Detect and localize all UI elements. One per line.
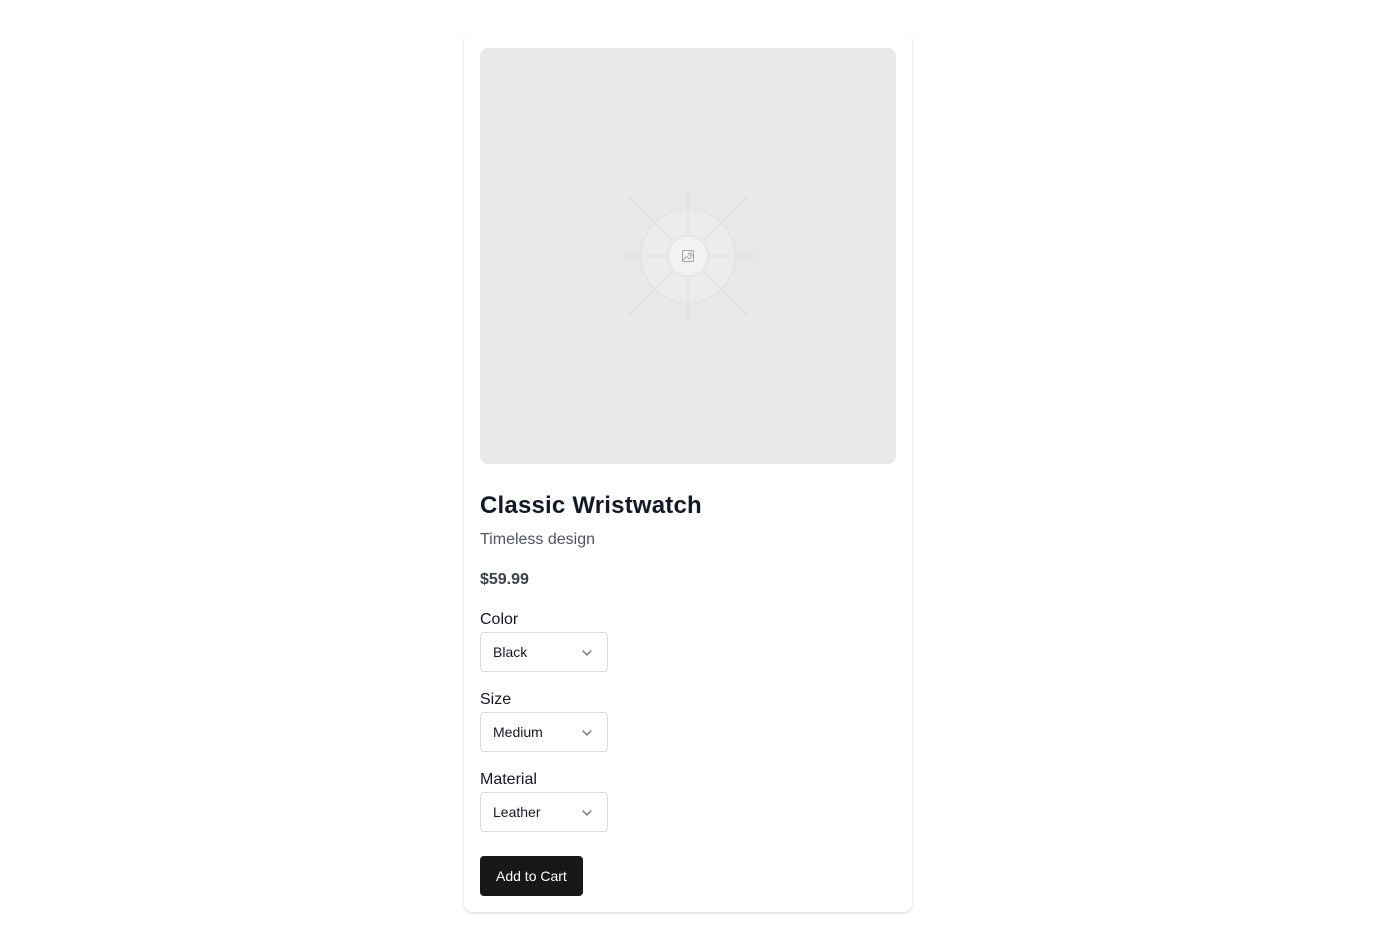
color-select[interactable]: Black (480, 632, 608, 672)
size-select-value: Medium (493, 724, 543, 740)
size-label: Size (480, 691, 512, 708)
product-card: Classic Wristwatch Timeless design $59.9… (464, 32, 912, 912)
product-price: $59.99 (480, 571, 529, 588)
color-option-group: Color Black (480, 608, 896, 672)
color-select-value: Black (493, 644, 528, 660)
material-select-value: Leather (493, 804, 541, 820)
material-option-group: Material Leather (480, 768, 896, 832)
size-option-group: Size Medium (480, 688, 896, 752)
material-select[interactable]: Leather (480, 792, 608, 832)
color-label: Color (480, 611, 519, 628)
product-title: Classic Wristwatch (480, 492, 702, 519)
product-subtitle: Timeless design (480, 531, 596, 548)
material-label: Material (480, 771, 537, 788)
chevron-down-icon (582, 650, 592, 656)
image-icon (682, 250, 694, 262)
product-image-placeholder (480, 48, 896, 464)
chevron-down-icon (582, 730, 592, 736)
add-to-cart-button[interactable]: Add to Cart (480, 856, 583, 896)
chevron-down-icon (582, 810, 592, 816)
size-select[interactable]: Medium (480, 712, 608, 752)
